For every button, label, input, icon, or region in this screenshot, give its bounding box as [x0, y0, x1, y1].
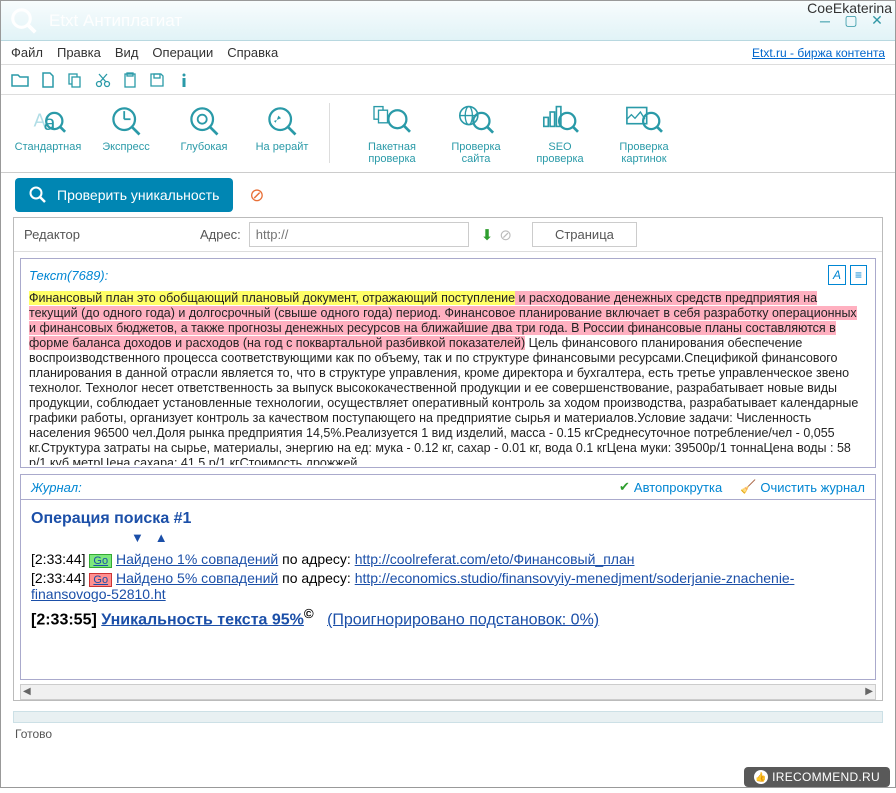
standard-label: Стандартная [15, 141, 82, 153]
app-title: Etxt Антиплагиат [49, 11, 182, 31]
text-count-label: Текст(7689): [29, 268, 108, 283]
check-uniqueness-button[interactable]: Проверить уникальность [15, 178, 233, 212]
log1-found[interactable]: Найдено 1% совпадений [116, 551, 278, 567]
log-line-3: [2:33:55] Уникальность текста 95%© (Прои… [31, 606, 865, 629]
separator [329, 103, 330, 163]
log-line-1: [2:33:44] Go Найдено 1% совпадений по ад… [31, 551, 865, 567]
mode-lines-icon[interactable]: ≡ [850, 265, 867, 285]
clear-journal-button[interactable]: 🧹 Очистить журнал [740, 479, 865, 495]
menu-edit[interactable]: Правка [57, 45, 101, 60]
menu-bar: Файл Правка Вид Операции Справка Etxt.ru… [1, 41, 895, 65]
menu-view[interactable]: Вид [115, 45, 139, 60]
download-icon[interactable]: ⬇ [481, 226, 494, 244]
new-file-icon[interactable] [41, 72, 55, 88]
menu-help[interactable]: Справка [227, 45, 278, 60]
editor-header: Редактор Адрес: ⬇ ⊘ Страница [14, 218, 882, 252]
save-icon[interactable] [149, 72, 165, 88]
autoscroll-label: Автопрокрутка [634, 480, 722, 495]
paste-icon[interactable] [123, 72, 137, 88]
menu-operations[interactable]: Операции [152, 45, 213, 60]
deep-label: Глубокая [181, 141, 228, 153]
clear-journal-label: Очистить журнал [760, 480, 865, 495]
menu-file[interactable]: Файл [11, 45, 43, 60]
broom-icon: 🧹 [740, 479, 756, 495]
operation-title: Операция поиска #1 [31, 510, 865, 528]
ignored-subs[interactable]: (Проигнорировано подстановок: 0%) [327, 611, 599, 628]
check-row: Проверить уникальность ⊘ [1, 173, 895, 217]
editor-label: Редактор [24, 227, 80, 242]
autoscroll-toggle[interactable]: ✔ Автопрокрутка [619, 479, 722, 495]
site-label: Проверка сайта [451, 141, 500, 165]
log1-go-button[interactable]: Go [89, 554, 112, 568]
search-icon [29, 186, 47, 204]
editor-panel: Редактор Адрес: ⬇ ⊘ Страница Текст(7689)… [13, 217, 883, 701]
cut-icon[interactable] [95, 72, 111, 88]
images-label: Проверка картинок [619, 141, 668, 165]
mode-buttons: A ≡ [828, 265, 867, 285]
stop-small-icon[interactable]: ⊘ [499, 226, 512, 244]
check-btn-label: Проверить уникальность [57, 187, 219, 203]
copy-icon[interactable] [67, 72, 83, 88]
log1-url[interactable]: http://coolreferat.com/eto/Финансовый_пл… [355, 551, 635, 567]
toolbar-big: Aa Стандартная Экспресс Глубокая На рера… [1, 95, 895, 173]
log2-by: по адресу: [278, 570, 354, 586]
stranitsa-tab[interactable]: Страница [532, 222, 637, 247]
address-label: Адрес: [200, 227, 241, 242]
express-check-button[interactable]: Экспресс [87, 103, 165, 153]
thumb-icon: 👍 [754, 770, 768, 784]
log3-ts: [2:33:55] [31, 611, 97, 628]
images-check-button[interactable]: Проверка картинок [602, 103, 686, 165]
mode-a-icon[interactable]: A [828, 265, 846, 285]
journal-header: Журнал: ✔ Автопрокрутка 🧹 Очистить журна… [20, 474, 876, 500]
text-content[interactable]: Финансовый план это обобщающий плановый … [23, 289, 873, 465]
user-tag: CoeEkaterina [807, 0, 892, 16]
log2-found[interactable]: Найдено 5% совпадений [116, 570, 278, 586]
site-check-button[interactable]: Проверка сайта [434, 103, 518, 165]
log1-by: по адресу: [278, 551, 354, 567]
uniqueness-result[interactable]: Уникальность текста 95% [101, 611, 304, 628]
journal-label: Журнал: [31, 480, 82, 495]
check-icon: ✔ [619, 479, 630, 495]
text-seg-2: и расходование денежных средств [515, 291, 725, 305]
rewrite-label: На рерайт [256, 141, 309, 153]
log-line-2: [2:33:44] Go Найдено 5% совпадений по ад… [31, 570, 865, 602]
seo-label: SEO проверка [536, 141, 583, 165]
progress-bar [13, 711, 883, 723]
watermark-text: IRECOMMEND.RU [772, 770, 880, 784]
text-area: Текст(7689): A ≡ Финансовый план это обо… [20, 258, 876, 468]
text-seg-1: Финансовый план это обобщающий плановый … [29, 291, 515, 305]
rewrite-check-button[interactable]: На рерайт [243, 103, 321, 153]
status-bar: Готово [1, 725, 895, 743]
sort-arrows[interactable]: ▼ ▲ [131, 530, 865, 545]
address-input[interactable] [249, 222, 469, 247]
log2-go-button[interactable]: Go [89, 573, 112, 587]
log1-ts: [2:33:44] [31, 551, 86, 567]
seo-check-button[interactable]: SEO проверка [518, 103, 602, 165]
app-logo-icon [7, 4, 41, 38]
log2-ts: [2:33:44] [31, 570, 86, 586]
batch-label: Пакетная проверка [368, 141, 416, 165]
title-bar: Etxt Антиплагиат ─ ▢ ✕ [1, 1, 895, 41]
toolbar-small [1, 65, 895, 95]
journal-body: Операция поиска #1 ▼ ▲ [2:33:44] Go Найд… [20, 500, 876, 680]
standard-check-button[interactable]: Aa Стандартная [9, 103, 87, 153]
open-folder-icon[interactable] [11, 72, 29, 88]
etxt-link[interactable]: Etxt.ru - биржа контента [752, 46, 885, 60]
info-icon[interactable] [177, 72, 191, 88]
stop-icon[interactable]: ⊘ [249, 185, 264, 206]
horizontal-scrollbar[interactable] [20, 684, 876, 700]
batch-check-button[interactable]: Пакетная проверка [350, 103, 434, 165]
text-seg-4: Цель финансового планирования обеспечени… [29, 336, 858, 465]
text-header: Текст(7689): A ≡ [23, 261, 873, 289]
app-window: Etxt Антиплагиат ─ ▢ ✕ Файл Правка Вид О… [0, 0, 896, 788]
copyright-icon: © [304, 606, 314, 621]
express-label: Экспресс [102, 141, 150, 153]
watermark: 👍 IRECOMMEND.RU [744, 767, 890, 787]
deep-check-button[interactable]: Глубокая [165, 103, 243, 153]
